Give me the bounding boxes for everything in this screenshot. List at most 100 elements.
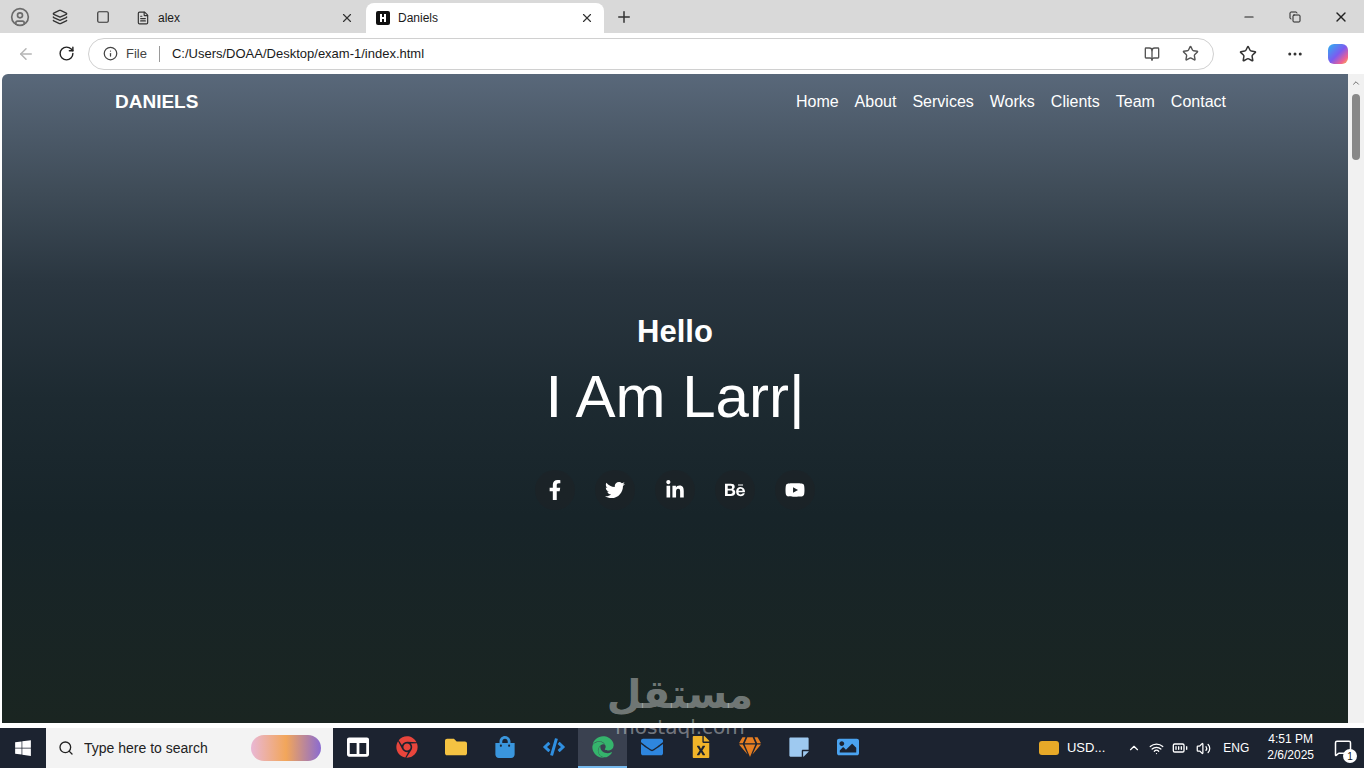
back-button[interactable]	[8, 45, 44, 63]
search-highlight-icon	[251, 735, 321, 761]
system-tray: USD... ENG 4:51 PM2/6/2025 1	[1039, 728, 1364, 768]
social-link[interactable]	[775, 470, 815, 510]
edge-icon	[592, 736, 614, 758]
social-link[interactable]	[655, 470, 695, 510]
desktop: alex Daniels FileC:/Users/DOAA/Desktop/exa…	[0, 0, 1364, 768]
copilot-button[interactable]	[1320, 44, 1356, 64]
taskbar: Type here to search USD... ENG 4:51 PM2/6/2…	[0, 728, 1364, 768]
mail-icon	[641, 736, 663, 758]
folder-icon	[445, 736, 467, 758]
workspaces-button[interactable]	[40, 9, 80, 25]
currency-widget[interactable]: USD...	[1067, 738, 1105, 758]
tab-list: alex Daniels	[126, 0, 604, 33]
nav-link[interactable]: About	[855, 90, 897, 114]
read-aloud-icon[interactable]	[1144, 46, 1160, 62]
social-links	[535, 470, 815, 510]
notification-button[interactable]: 1	[1328, 739, 1358, 757]
page-icon	[136, 11, 150, 25]
behance-icon	[725, 480, 745, 500]
start-button[interactable]	[0, 728, 46, 768]
back-icon	[17, 45, 35, 63]
watermark-text: مستقل	[607, 672, 753, 716]
taskbar-app[interactable]	[578, 728, 627, 768]
taskbar-app[interactable]	[627, 728, 676, 768]
store-icon	[494, 736, 516, 758]
twitter-icon	[605, 480, 625, 500]
taskbar-app[interactable]	[431, 728, 480, 768]
taskbar-app[interactable]	[529, 728, 578, 768]
favorites-button[interactable]	[1226, 45, 1270, 63]
reload-icon	[58, 45, 75, 62]
site-brand[interactable]: DANIELS	[115, 88, 198, 117]
info-icon	[103, 46, 118, 61]
linkedin-icon	[665, 480, 685, 500]
social-link[interactable]	[595, 470, 635, 510]
taskbar-app[interactable]	[676, 728, 725, 768]
nav-link[interactable]: Team	[1116, 90, 1155, 114]
close-tab-icon[interactable]	[580, 11, 594, 25]
search-placeholder: Type here to search	[84, 738, 241, 759]
taskbar-app[interactable]	[333, 728, 382, 768]
restore-icon	[1289, 11, 1301, 23]
scroll-up-icon	[1351, 78, 1361, 88]
tray-expand-icon[interactable]	[1127, 741, 1141, 755]
clock[interactable]: 4:51 PM2/6/2025	[1261, 732, 1320, 763]
scrollbar[interactable]	[1348, 74, 1364, 723]
workspaces-icon	[52, 9, 68, 25]
reload-button[interactable]	[48, 45, 84, 62]
taskbar-app[interactable]	[480, 728, 529, 768]
social-link[interactable]	[715, 470, 755, 510]
nav-link[interactable]: Contact	[1171, 90, 1226, 114]
browser-tab[interactable]: Daniels	[366, 3, 604, 33]
nav-link[interactable]: Clients	[1051, 90, 1100, 114]
copilot-icon	[1328, 44, 1348, 64]
language-indicator[interactable]: ENG	[1223, 739, 1249, 757]
taskbar-app[interactable]	[382, 728, 431, 768]
favorite-icon[interactable]	[1182, 45, 1199, 62]
wifi-icon[interactable]	[1149, 741, 1164, 756]
windows-icon	[14, 739, 32, 757]
window-controls	[1226, 0, 1364, 33]
tab-label: Daniels	[398, 9, 572, 27]
battery-icon[interactable]	[1172, 740, 1188, 756]
volume-icon[interactable]	[1196, 741, 1211, 756]
more-button[interactable]	[1274, 45, 1316, 63]
clock-time: 4:51 PM	[1268, 732, 1313, 748]
more-icon	[1286, 45, 1304, 63]
profile-icon	[10, 7, 30, 27]
separator	[159, 46, 160, 62]
hero-section: DANIELS Home About Services Works Clients Team…	[2, 74, 1348, 723]
close-tab-icon[interactable]	[340, 11, 354, 25]
social-link[interactable]	[535, 470, 575, 510]
facebook-icon	[545, 480, 565, 500]
currency-icon	[1039, 741, 1059, 755]
minimize-button[interactable]	[1226, 0, 1272, 33]
taskbar-app[interactable]	[823, 728, 872, 768]
address-field[interactable]: FileC:/Users/DOAA/Desktop/exam-1/index.h…	[88, 38, 1214, 70]
close-button[interactable]	[1318, 0, 1364, 33]
taskbar-search[interactable]: Type here to search	[46, 728, 333, 768]
minimize-icon	[1242, 10, 1256, 24]
browser-tab[interactable]: alex	[126, 3, 364, 33]
toolbar: FileC:/Users/DOAA/Desktop/exam-1/index.h…	[0, 33, 1364, 74]
close-icon	[1333, 9, 1349, 25]
tab-actions-icon	[96, 10, 110, 24]
tab-actions-button[interactable]	[80, 10, 126, 24]
tab-strip: alex Daniels	[0, 0, 1364, 33]
vscode-icon	[543, 736, 565, 758]
restore-button[interactable]	[1272, 0, 1318, 33]
watermark-domain: mostaql.com	[615, 716, 745, 738]
new-tab-button[interactable]	[604, 8, 644, 26]
scroll-thumb[interactable]	[1352, 94, 1360, 160]
gem-icon	[739, 736, 761, 758]
profile-button[interactable]	[0, 7, 40, 27]
nav-link[interactable]: Home	[796, 90, 839, 114]
favorites-icon	[1239, 45, 1257, 63]
taskbar-app[interactable]	[725, 728, 774, 768]
hero-greeting: Hello	[637, 313, 713, 350]
taskbar-app[interactable]	[774, 728, 823, 768]
search-icon	[58, 740, 74, 756]
taskbar-apps	[333, 728, 872, 768]
nav-link[interactable]: Works	[990, 90, 1035, 114]
nav-link[interactable]: Services	[912, 90, 973, 114]
